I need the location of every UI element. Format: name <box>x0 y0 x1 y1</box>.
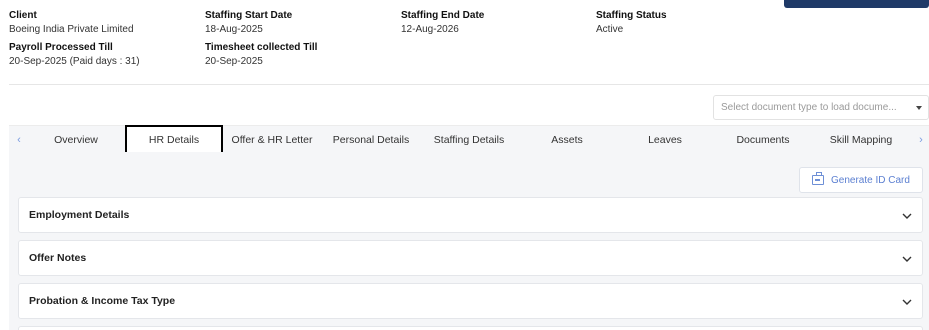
tab-staffing-details[interactable]: Staffing Details <box>423 126 515 153</box>
generate-id-card-button[interactable]: Generate ID Card <box>799 167 923 193</box>
payroll-label: Payroll Processed Till <box>9 42 113 53</box>
payroll-info: Payroll Processed Till 20-Sep-2025 (Paid… <box>9 41 140 68</box>
tab-personal-details[interactable]: Personal Details <box>325 126 417 153</box>
accordion-title: Probation & Income Tax Type <box>29 295 176 307</box>
tab-hr-details[interactable]: HR Details <box>125 125 223 154</box>
client-info: Client Boeing India Private Limited <box>9 9 134 36</box>
document-type-select[interactable]: Select document type to load docume... <box>713 95 929 120</box>
tab-offer-hr-letter[interactable]: Offer & HR Letter <box>227 126 317 153</box>
document-type-placeholder: Select document type to load docume... <box>721 102 897 113</box>
payroll-value: 20-Sep-2025 (Paid days : 31) <box>9 56 140 67</box>
tab-bar: ‹ Overview HR Details Offer & HR Letter … <box>9 125 929 154</box>
tab-skill-mapping[interactable]: Skill Mapping <box>815 126 907 153</box>
timesheet-label: Timesheet collected Till <box>205 42 318 53</box>
staffing-start-value: 18-Aug-2025 <box>205 24 263 35</box>
section-divider <box>9 84 929 85</box>
tab-scroll-left-icon[interactable]: ‹ <box>11 126 27 153</box>
chevron-down-icon <box>902 213 912 219</box>
client-label: Client <box>9 10 37 21</box>
caret-down-icon <box>916 106 922 110</box>
tab-assets[interactable]: Assets <box>521 126 613 153</box>
top-right-action-button[interactable] <box>784 0 929 8</box>
id-card-icon <box>812 172 824 185</box>
accordion-offer-notes[interactable]: Offer Notes <box>18 240 923 276</box>
client-value: Boeing India Private Limited <box>9 24 134 35</box>
staffing-end-label: Staffing End Date <box>401 10 485 21</box>
staffing-status-info: Staffing Status Active <box>596 9 667 36</box>
generate-id-card-label: Generate ID Card <box>831 174 910 186</box>
accordion-title: Employment Details <box>29 209 130 221</box>
tab-leaves[interactable]: Leaves <box>619 126 711 153</box>
staffing-end-value: 12-Aug-2026 <box>401 24 459 35</box>
tab-documents[interactable]: Documents <box>717 126 809 153</box>
chevron-down-icon <box>902 299 912 305</box>
staffing-start-info: Staffing Start Date 18-Aug-2025 <box>205 9 292 36</box>
accordion-employment-details[interactable]: Employment Details <box>18 197 923 233</box>
tab-scroll-right-icon[interactable]: › <box>913 126 929 153</box>
timesheet-info: Timesheet collected Till 20-Sep-2025 <box>205 41 317 68</box>
staffing-end-info: Staffing End Date 12-Aug-2026 <box>401 9 484 36</box>
accordion-next-section[interactable] <box>18 326 923 330</box>
timesheet-value: 20-Sep-2025 <box>205 56 263 67</box>
accordion-title: Offer Notes <box>29 252 87 264</box>
staffing-status-label: Staffing Status <box>596 10 667 21</box>
staffing-status-value: Active <box>596 24 624 35</box>
chevron-down-icon <box>902 256 912 262</box>
staffing-start-label: Staffing Start Date <box>205 10 293 21</box>
accordion-probation-income-tax[interactable]: Probation & Income Tax Type <box>18 283 923 319</box>
tab-overview[interactable]: Overview <box>31 126 121 153</box>
